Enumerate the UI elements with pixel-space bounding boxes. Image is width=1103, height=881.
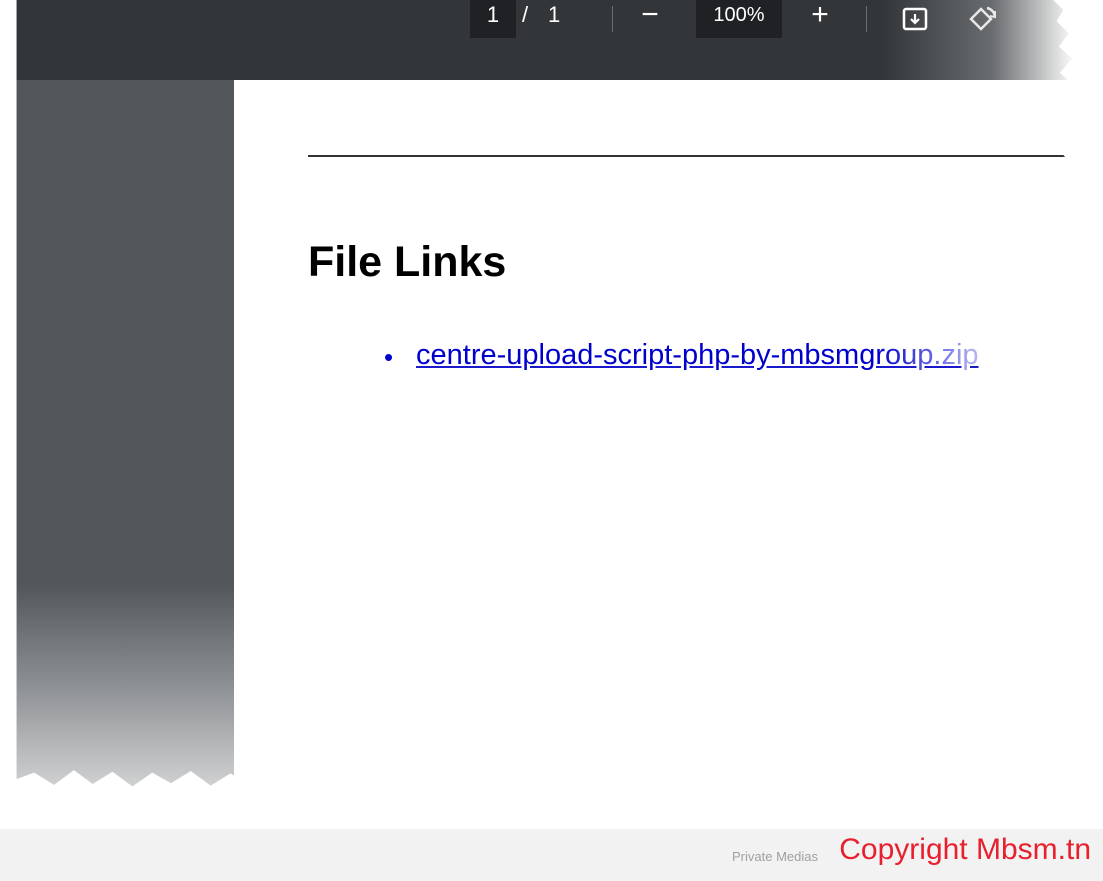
watermark-footer: Private Medias Copyright Mbsm.tn (0, 829, 1103, 881)
private-medias-label: Private Medias (732, 849, 818, 864)
current-page-input[interactable]: 1 (470, 0, 516, 38)
thumbnail-sidebar (16, 80, 234, 787)
copyright-label: Copyright Mbsm.tn (839, 833, 1091, 866)
rotate-icon[interactable] (965, 2, 1001, 36)
page-separator: / (522, 2, 529, 27)
zoom-level-input[interactable]: 100% (696, 0, 782, 38)
pdf-toolbar: 1 / 1 − 100% + (16, 0, 1076, 80)
fit-to-page-icon[interactable] (900, 4, 930, 34)
page-heading: File Links (308, 238, 507, 286)
horizontal-rule (308, 155, 1076, 157)
total-pages: 1 (548, 2, 561, 27)
toolbar-divider (612, 6, 613, 32)
zoom-out-button[interactable]: − (630, 0, 670, 38)
list-bullet: • (384, 342, 394, 372)
toolbar-divider (866, 6, 867, 32)
file-link[interactable]: centre-upload-script-php-by-mbsmgroup.zi… (416, 339, 979, 372)
pdf-page: File Links • centre-upload-script-php-by… (234, 80, 1076, 787)
zoom-in-button[interactable]: + (800, 0, 840, 38)
pdf-viewer-screenshot: 1 / 1 − 100% + File Links • centre-uploa… (16, 0, 1076, 787)
